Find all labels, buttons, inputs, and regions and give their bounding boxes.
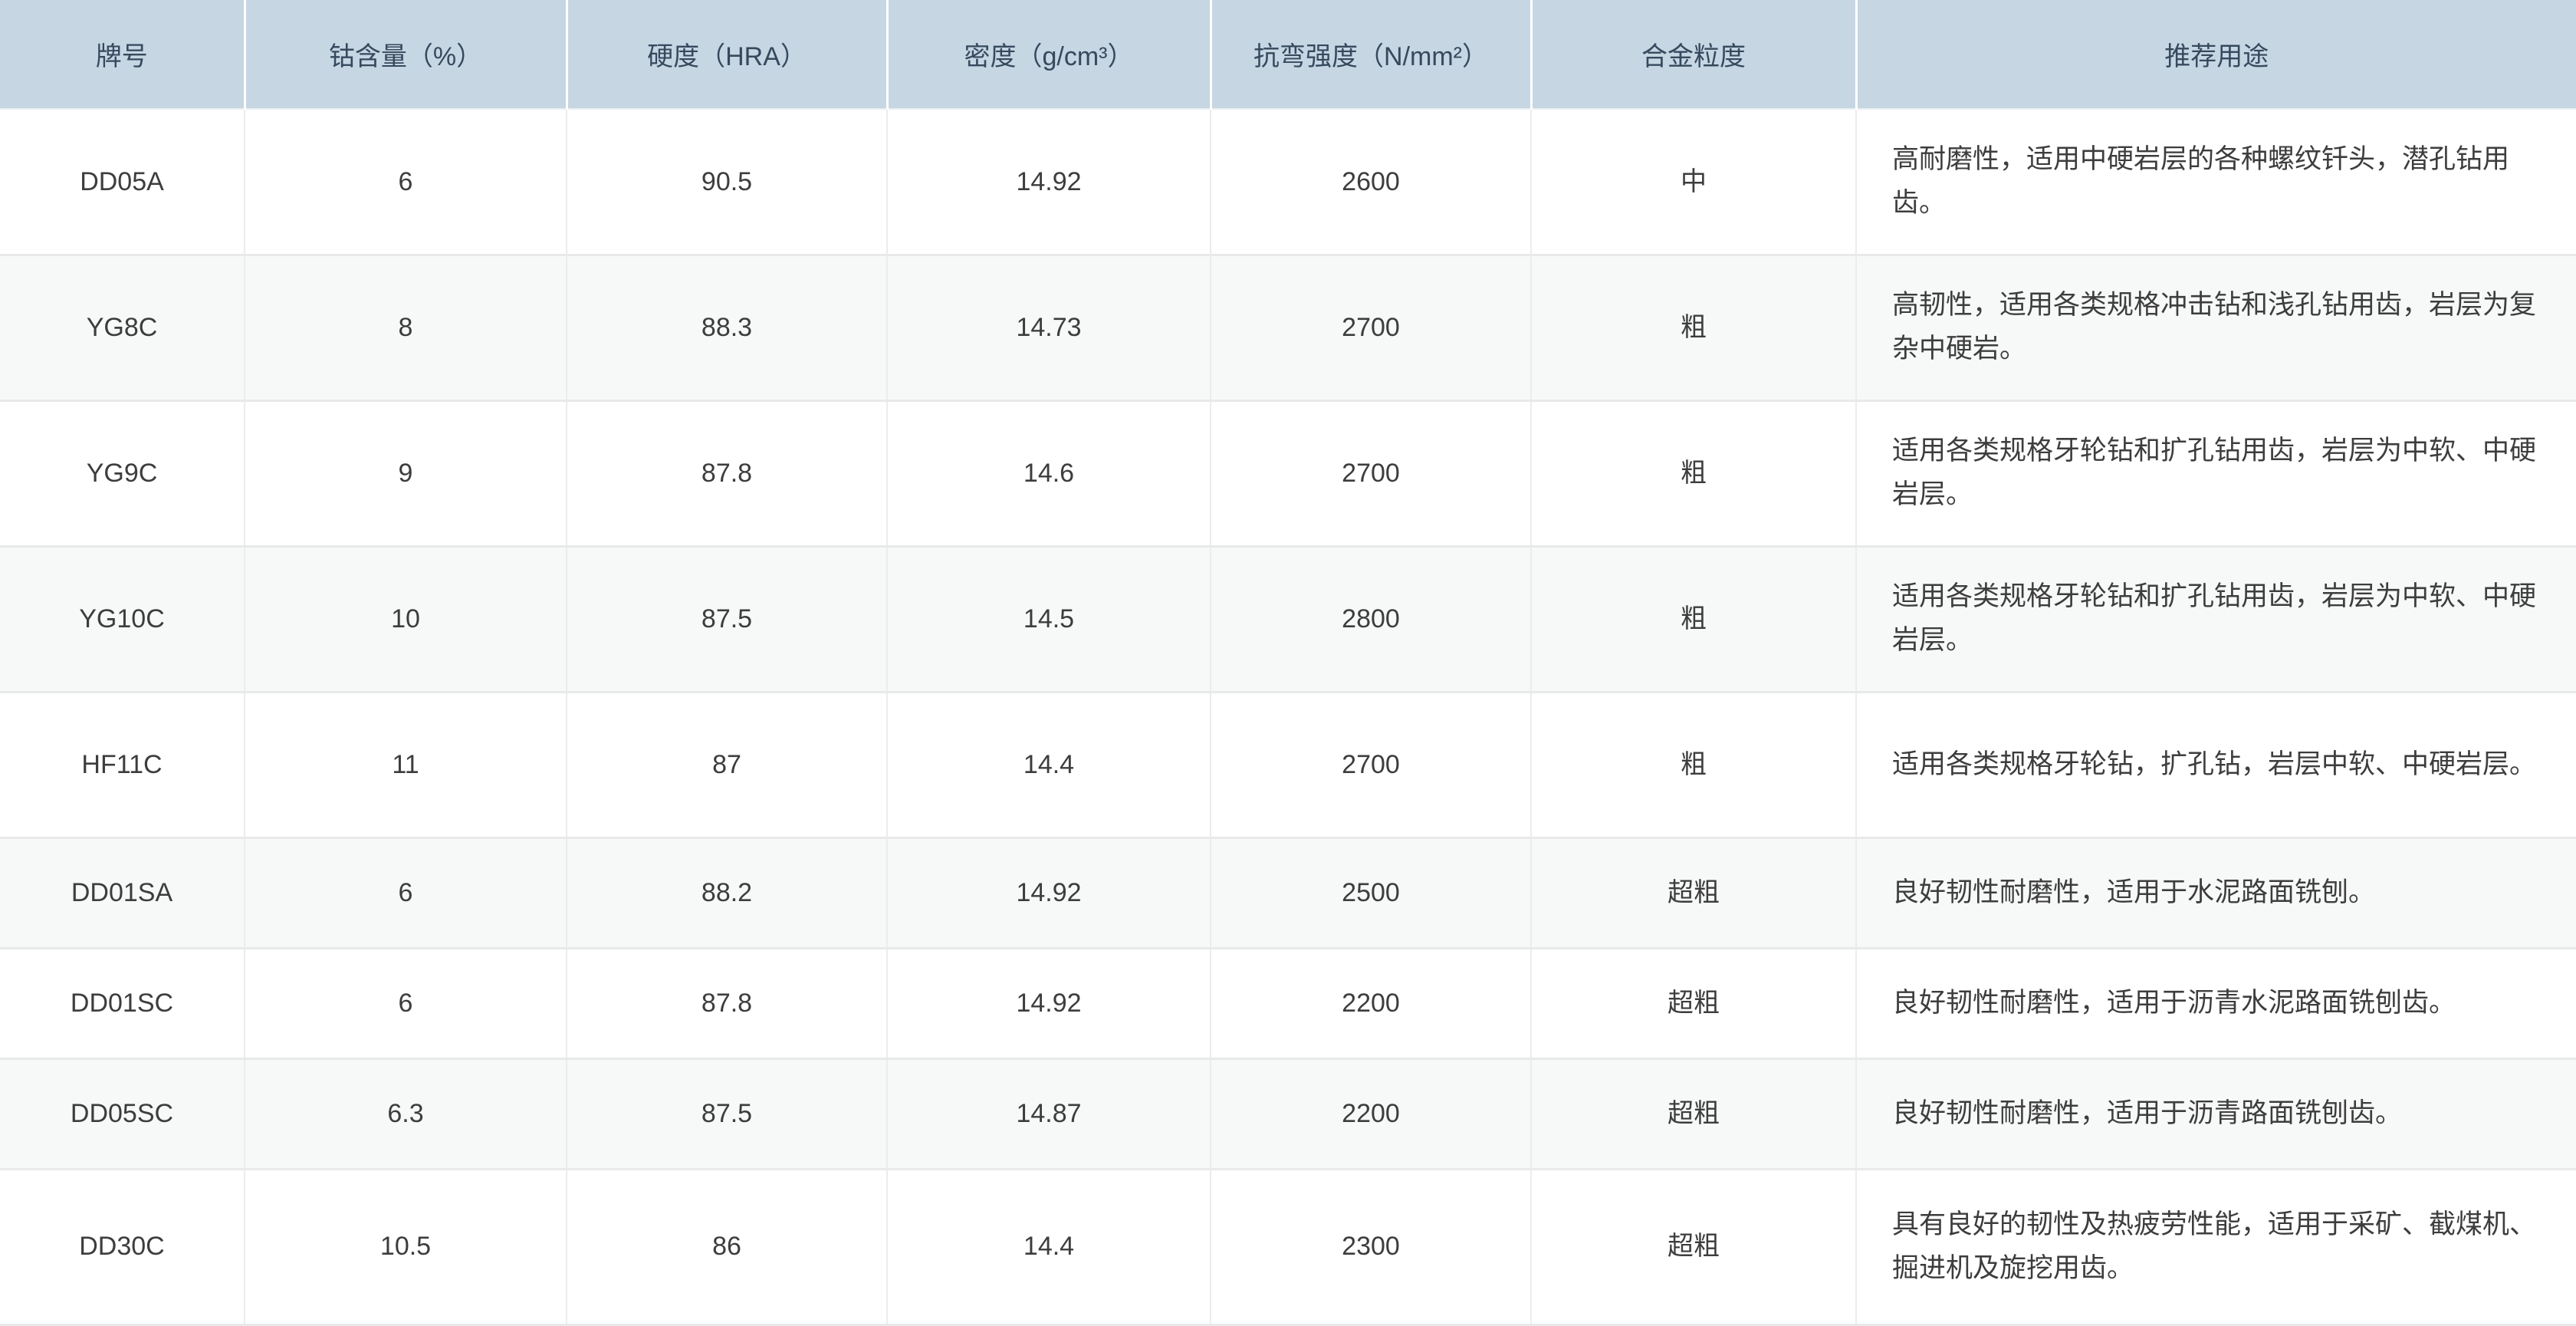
cell-cobalt-content: 10 bbox=[245, 546, 567, 692]
cell-cobalt-content: 6.3 bbox=[245, 1058, 567, 1169]
table-row: HF11C 11 87 14.4 2700 粗 适用各类规格牙轮钻，扩孔钻，岩层… bbox=[0, 692, 2576, 837]
cell-cobalt-content: 10.5 bbox=[245, 1169, 567, 1324]
cell-hardness: 87.5 bbox=[567, 546, 887, 692]
cell-grade: YG9C bbox=[0, 400, 245, 546]
cell-grade: YG10C bbox=[0, 546, 245, 692]
cell-grain-size: 粗 bbox=[1531, 255, 1856, 400]
cell-grade: DD01SA bbox=[0, 837, 245, 948]
cell-recommended-use: 良好韧性耐磨性，适用于沥青路面铣刨齿。 bbox=[1856, 1058, 2576, 1169]
table-row: DD01SC 6 87.8 14.92 2200 超粗 良好韧性耐磨性，适用于沥… bbox=[0, 948, 2576, 1058]
cell-grade: DD05SC bbox=[0, 1058, 245, 1169]
cell-density: 14.92 bbox=[887, 948, 1211, 1058]
cell-grade: DD30C bbox=[0, 1169, 245, 1324]
cell-bending-strength: 2300 bbox=[1211, 1169, 1531, 1324]
cell-recommended-use: 适用各类规格牙轮钻和扩孔钻用齿，岩层为中软、中硬岩层。 bbox=[1856, 546, 2576, 692]
cell-hardness: 87.5 bbox=[567, 1058, 887, 1169]
column-header-density: 密度（g/cm³） bbox=[887, 0, 1211, 109]
cell-hardness: 86 bbox=[567, 1169, 887, 1324]
cell-cobalt-content: 9 bbox=[245, 400, 567, 546]
cell-hardness: 88.3 bbox=[567, 255, 887, 400]
table-row: YG8C 8 88.3 14.73 2700 粗 高韧性，适用各类规格冲击钻和浅… bbox=[0, 255, 2576, 400]
cell-hardness: 87 bbox=[567, 692, 887, 837]
cell-bending-strength: 2200 bbox=[1211, 948, 1531, 1058]
column-header-bending-strength: 抗弯强度（N/mm²） bbox=[1211, 0, 1531, 109]
cell-recommended-use: 良好韧性耐磨性，适用于沥青水泥路面铣刨齿。 bbox=[1856, 948, 2576, 1058]
cell-bending-strength: 2700 bbox=[1211, 255, 1531, 400]
cell-density: 14.73 bbox=[887, 255, 1211, 400]
cell-hardness: 87.8 bbox=[567, 400, 887, 546]
table-row: DD05A 6 90.5 14.92 2600 中 高耐磨性，适用中硬岩层的各种… bbox=[0, 109, 2576, 255]
cell-recommended-use: 高韧性，适用各类规格冲击钻和浅孔钻用齿，岩层为复杂中硬岩。 bbox=[1856, 255, 2576, 400]
cell-recommended-use: 高耐磨性，适用中硬岩层的各种螺纹钎头，潜孔钻用齿。 bbox=[1856, 109, 2576, 255]
table-row: DD05SC 6.3 87.5 14.87 2200 超粗 良好韧性耐磨性，适用… bbox=[0, 1058, 2576, 1169]
cell-cobalt-content: 6 bbox=[245, 837, 567, 948]
alloy-grades-table: 牌号 钴含量（%） 硬度（HRA） 密度（g/cm³） 抗弯强度（N/mm²） … bbox=[0, 0, 2576, 1326]
table-header: 牌号 钴含量（%） 硬度（HRA） 密度（g/cm³） 抗弯强度（N/mm²） … bbox=[0, 0, 2576, 109]
cell-hardness: 90.5 bbox=[567, 109, 887, 255]
cell-grain-size: 粗 bbox=[1531, 400, 1856, 546]
cell-bending-strength: 2200 bbox=[1211, 1058, 1531, 1169]
cell-cobalt-content: 6 bbox=[245, 948, 567, 1058]
cell-recommended-use: 适用各类规格牙轮钻，扩孔钻，岩层中软、中硬岩层。 bbox=[1856, 692, 2576, 837]
cell-grain-size: 超粗 bbox=[1531, 1169, 1856, 1324]
cell-density: 14.5 bbox=[887, 546, 1211, 692]
cell-grade: DD05A bbox=[0, 109, 245, 255]
cell-bending-strength: 2500 bbox=[1211, 837, 1531, 948]
cell-bending-strength: 2700 bbox=[1211, 400, 1531, 546]
cell-grade: YG8C bbox=[0, 255, 245, 400]
cell-grain-size: 超粗 bbox=[1531, 837, 1856, 948]
cell-grain-size: 超粗 bbox=[1531, 1058, 1856, 1169]
cell-density: 14.92 bbox=[887, 837, 1211, 948]
cell-cobalt-content: 6 bbox=[245, 109, 567, 255]
cell-cobalt-content: 8 bbox=[245, 255, 567, 400]
cell-cobalt-content: 11 bbox=[245, 692, 567, 837]
table-row: YG10C 10 87.5 14.5 2800 粗 适用各类规格牙轮钻和扩孔钻用… bbox=[0, 546, 2576, 692]
cell-hardness: 87.8 bbox=[567, 948, 887, 1058]
cell-bending-strength: 2700 bbox=[1211, 692, 1531, 837]
cell-grade: DD01SC bbox=[0, 948, 245, 1058]
cell-recommended-use: 具有良好的韧性及热疲劳性能，适用于采矿、截煤机、掘进机及旋挖用齿。 bbox=[1856, 1169, 2576, 1324]
header-row: 牌号 钴含量（%） 硬度（HRA） 密度（g/cm³） 抗弯强度（N/mm²） … bbox=[0, 0, 2576, 109]
cell-density: 14.92 bbox=[887, 109, 1211, 255]
cell-grain-size: 粗 bbox=[1531, 692, 1856, 837]
cell-bending-strength: 2600 bbox=[1211, 109, 1531, 255]
table-row: YG9C 9 87.8 14.6 2700 粗 适用各类规格牙轮钻和扩孔钻用齿，… bbox=[0, 400, 2576, 546]
table-body: DD05A 6 90.5 14.92 2600 中 高耐磨性，适用中硬岩层的各种… bbox=[0, 109, 2576, 1324]
table-row: DD01SA 6 88.2 14.92 2500 超粗 良好韧性耐磨性，适用于水… bbox=[0, 837, 2576, 948]
cell-recommended-use: 良好韧性耐磨性，适用于水泥路面铣刨。 bbox=[1856, 837, 2576, 948]
cell-hardness: 88.2 bbox=[567, 837, 887, 948]
column-header-grain-size: 合金粒度 bbox=[1531, 0, 1856, 109]
cell-density: 14.4 bbox=[887, 692, 1211, 837]
column-header-recommended-use: 推荐用途 bbox=[1856, 0, 2576, 109]
column-header-grade: 牌号 bbox=[0, 0, 245, 109]
column-header-cobalt-content: 钴含量（%） bbox=[245, 0, 567, 109]
cell-grain-size: 粗 bbox=[1531, 546, 1856, 692]
column-header-hardness: 硬度（HRA） bbox=[567, 0, 887, 109]
cell-recommended-use: 适用各类规格牙轮钻和扩孔钻用齿，岩层为中软、中硬岩层。 bbox=[1856, 400, 2576, 546]
table-row: DD30C 10.5 86 14.4 2300 超粗 具有良好的韧性及热疲劳性能… bbox=[0, 1169, 2576, 1324]
cell-grade: HF11C bbox=[0, 692, 245, 837]
cell-grain-size: 中 bbox=[1531, 109, 1856, 255]
cell-density: 14.87 bbox=[887, 1058, 1211, 1169]
cell-bending-strength: 2800 bbox=[1211, 546, 1531, 692]
cell-grain-size: 超粗 bbox=[1531, 948, 1856, 1058]
cell-density: 14.6 bbox=[887, 400, 1211, 546]
cell-density: 14.4 bbox=[887, 1169, 1211, 1324]
